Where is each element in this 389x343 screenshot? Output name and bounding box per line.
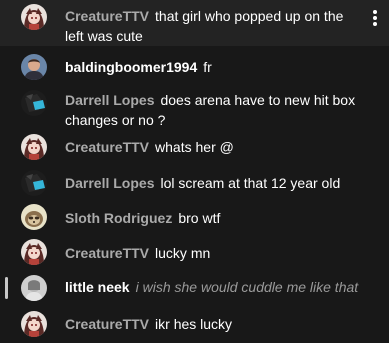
- chat-message-text: lol scream at that 12 year old: [160, 175, 341, 191]
- chat-message-text: i wish she would cuddle me like that: [135, 279, 359, 295]
- chat-author[interactable]: CreatureTTV: [65, 139, 149, 155]
- chat-message[interactable]: Darrell Lopes does arena have to new hit …: [0, 86, 389, 132]
- message-indicator-bar: [5, 277, 8, 299]
- creature-avatar-icon[interactable]: [21, 311, 47, 337]
- chat-author[interactable]: little neek: [65, 279, 130, 295]
- sloth-avatar-icon[interactable]: [21, 204, 47, 230]
- more-options-icon[interactable]: [373, 10, 377, 26]
- darrell-avatar-icon[interactable]: [21, 90, 47, 116]
- balding-avatar-icon[interactable]: [21, 54, 47, 80]
- chat-author[interactable]: Darrell Lopes: [65, 92, 154, 108]
- chat-message[interactable]: CreatureTTV lucky mn: [0, 238, 389, 270]
- chat-message-body: Darrell Lopes does arena have to new hit …: [65, 90, 365, 130]
- chat-message[interactable]: baldingboomer1994 fr: [0, 50, 389, 84]
- chat-message-body: little neek i wish she would cuddle me li…: [65, 277, 365, 297]
- creature-avatar-icon[interactable]: [21, 134, 47, 160]
- live-chat-list: CreatureTTV that girl who popped up on th…: [0, 0, 389, 343]
- chat-message[interactable]: Sloth Rodriguez bro wtf: [0, 203, 389, 235]
- chat-message-text: lucky mn: [155, 245, 211, 261]
- chat-author[interactable]: Sloth Rodriguez: [65, 210, 172, 226]
- chat-message[interactable]: little neek i wish she would cuddle me li…: [0, 273, 389, 305]
- chat-message[interactable]: CreatureTTV that girl who popped up on th…: [0, 0, 389, 46]
- chat-message-body: baldingboomer1994 fr: [65, 57, 365, 77]
- chat-message-body: CreatureTTV whats her @: [65, 137, 365, 157]
- chat-author[interactable]: CreatureTTV: [65, 8, 149, 24]
- chat-message-body: CreatureTTV that girl who popped up on th…: [65, 6, 365, 46]
- chat-message[interactable]: CreatureTTV whats her @: [0, 132, 389, 164]
- chat-message-text: fr: [203, 59, 212, 75]
- chat-author[interactable]: baldingboomer1994: [65, 59, 197, 75]
- chat-message-text: bro wtf: [178, 210, 221, 226]
- chat-author[interactable]: CreatureTTV: [65, 245, 149, 261]
- chat-message-body: CreatureTTV lucky mn: [65, 243, 365, 263]
- darrell-avatar-icon[interactable]: [21, 170, 47, 196]
- chat-message-text: ikr hes lucky: [155, 316, 233, 332]
- creature-avatar-icon[interactable]: [21, 4, 47, 30]
- chat-message-text: whats her @: [155, 139, 234, 155]
- chat-message[interactable]: Darrell Lopes lol scream at that 12 year …: [0, 168, 389, 200]
- chat-author[interactable]: Darrell Lopes: [65, 175, 154, 191]
- chat-author[interactable]: CreatureTTV: [65, 316, 149, 332]
- chat-message-body: CreatureTTV ikr hes lucky: [65, 314, 365, 334]
- chat-message-body: Darrell Lopes lol scream at that 12 year …: [65, 173, 365, 193]
- chat-message-body: Sloth Rodriguez bro wtf: [65, 208, 365, 228]
- chat-message[interactable]: CreatureTTV ikr hes lucky: [0, 309, 389, 341]
- creature-avatar-icon[interactable]: [21, 239, 47, 265]
- neek-avatar-icon[interactable]: [21, 275, 47, 301]
